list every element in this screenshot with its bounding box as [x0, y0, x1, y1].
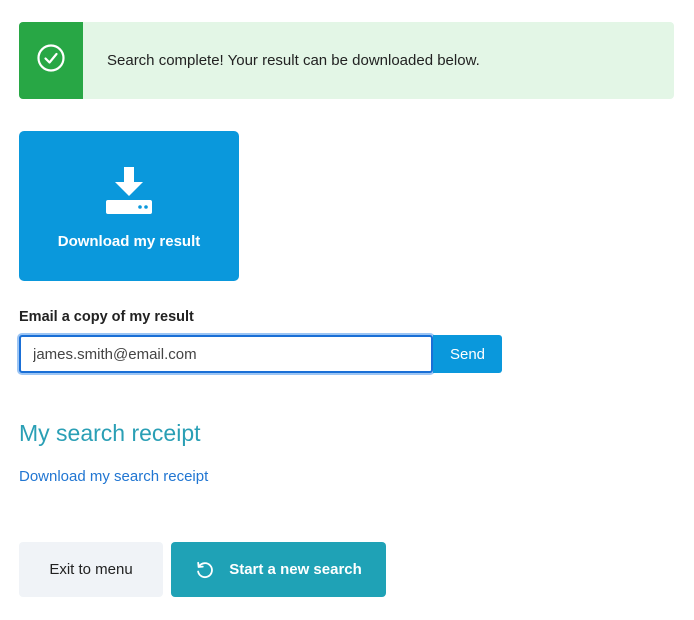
banner-icon-box	[19, 22, 83, 99]
start-new-search-button[interactable]: Start a new search	[171, 542, 386, 597]
download-receipt-link[interactable]: Download my search receipt	[19, 468, 208, 485]
banner-message: Search complete! Your result can be down…	[107, 52, 480, 69]
receipt-heading: My search receipt	[19, 420, 201, 446]
send-button[interactable]: Send	[433, 335, 502, 373]
search-result-page: Search complete! Your result can be down…	[0, 0, 694, 620]
refresh-icon	[195, 560, 215, 580]
start-new-search-label: Start a new search	[229, 561, 362, 578]
email-field-label: Email a copy of my result	[19, 309, 194, 325]
exit-to-menu-button[interactable]: Exit to menu	[19, 542, 163, 597]
email-field[interactable]	[19, 335, 433, 373]
download-result-label: Download my result	[57, 233, 201, 250]
check-circle-icon	[36, 43, 66, 78]
download-result-button[interactable]: Download my result	[19, 131, 239, 281]
success-banner: Search complete! Your result can be down…	[19, 22, 674, 99]
download-icon	[104, 165, 154, 215]
